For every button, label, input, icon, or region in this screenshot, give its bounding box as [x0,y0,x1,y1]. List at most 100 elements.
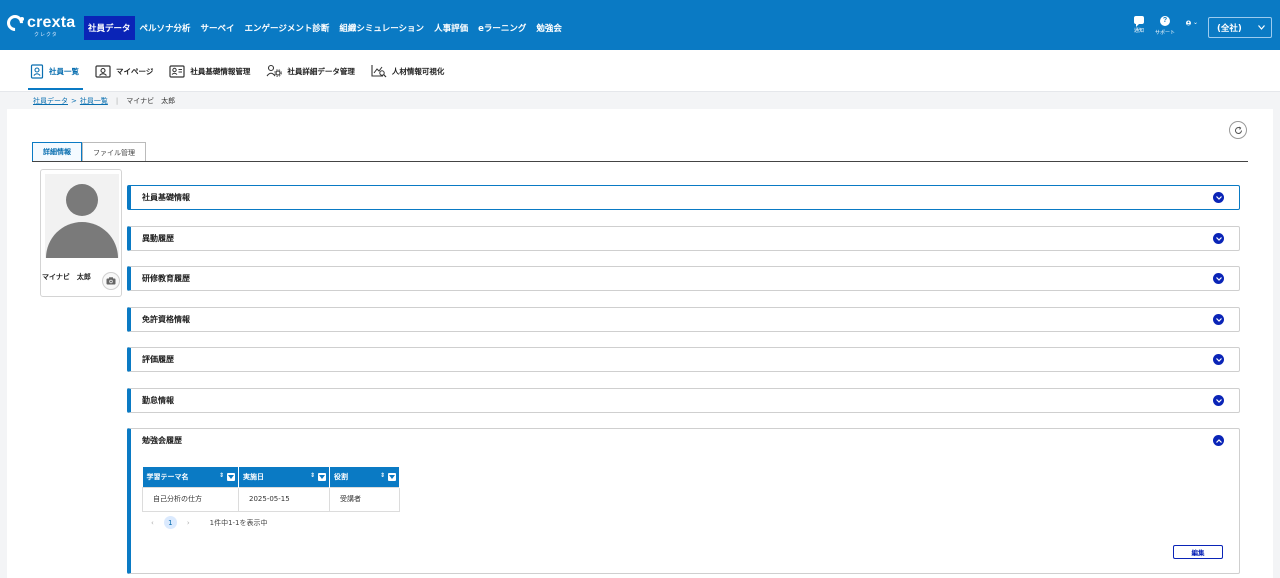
sort-icon[interactable]: ⇕ [219,472,224,479]
header-tools: 通知 ? サポート ⌄ (全社) [1124,16,1272,38]
logo-subtext: クレクタ [34,32,58,38]
filter-icon[interactable] [227,473,235,481]
sort-icon[interactable]: ⇕ [380,472,385,479]
nav-elearning[interactable]: eラーニング [473,16,531,40]
chevron-down-icon [1258,25,1265,30]
chevron-down-icon: ⌄ [1192,18,1198,26]
refresh-icon [1234,126,1242,134]
profile-card: マイナビ 太郎 [40,169,122,297]
subnav-basic-info[interactable]: 社員基礎情報管理 [169,50,250,92]
pagination-info: 1件中1-1を表示中 [209,518,268,527]
section-training-history[interactable]: 研修教育履歴 [127,266,1240,291]
table-row[interactable]: 自己分析の仕方 2025-05-15 受講者 [142,486,400,512]
tab-detail-info[interactable]: 詳細情報 [32,142,82,162]
breadcrumb-current: マイナビ 太郎 [126,97,176,105]
column-header-role[interactable]: 役割 ⇕ [329,467,400,487]
pagination: ‹ 1 › 1件中1-1を表示中 [151,516,268,529]
profile-card-icon [95,64,111,78]
section-attendance-info[interactable]: 勤怠情報 [127,388,1240,413]
support-button[interactable]: ? サポート [1154,16,1176,36]
table-header-row: 学習テーマ名 ⇕ 実施日 ⇕ 役割 ⇕ [142,467,400,487]
avatar [45,174,119,258]
refresh-button[interactable] [1229,121,1247,139]
address-card-icon [169,64,185,78]
chevron-down-icon [1213,233,1224,244]
top-navigation-bar: crexta クレクタ 社員データ ペルソナ分析 サーベイ エンゲージメント診断… [0,0,1280,50]
subnav-mypage[interactable]: マイページ [95,50,153,92]
section-title: 免許資格情報 [142,315,190,324]
breadcrumb-employee-list-link[interactable]: 社員一覧 [80,96,108,106]
tab-file-management[interactable]: ファイル管理 [82,142,146,162]
breadcrumb: 社員データ > 社員一覧 | マイナビ 太郎 [33,96,175,106]
nav-persona-analysis[interactable]: ペルソナ分析 [135,16,196,40]
crexta-logo[interactable]: crexta [3,11,76,35]
section-title: 社員基礎情報 [142,193,190,202]
section-study-group-history: 勉強会履歴 学習テーマ名 ⇕ 実施日 ⇕ 役割 ⇕ 自己分析の仕方 2025-0… [127,428,1240,574]
user-gear-icon [266,64,283,77]
id-card-icon [30,63,44,79]
detail-tabs: 詳細情報 ファイル管理 [32,142,146,162]
avatar-head-shape [66,184,98,216]
logo-dot-icon [20,17,24,21]
section-title: 評価履歴 [142,355,174,364]
column-header-date[interactable]: 実施日 ⇕ [238,467,330,487]
breadcrumb-employee-data-link[interactable]: 社員データ [33,96,68,106]
nav-survey[interactable]: サーベイ [196,16,240,40]
user-menu-button[interactable]: ⌄ [1186,17,1198,29]
notice-label: 通知 [1133,28,1144,34]
support-label: サポート [1154,30,1175,36]
section-header[interactable]: 勉強会履歴 [131,429,1239,454]
chevron-down-icon [1213,395,1224,406]
nav-employee-data[interactable]: 社員データ [84,16,135,40]
table-cell-role: 受講者 [329,486,400,512]
help-icon: ? [1160,16,1170,26]
column-header-label: 学習テーマ名 [146,472,189,481]
subnav-employee-list-label: 社員一覧 [49,66,79,76]
subnav-employee-list[interactable]: 社員一覧 [28,50,83,92]
subnav-basic-info-label: 社員基礎情報管理 [190,66,251,76]
table-cell-date: 2025-05-15 [238,486,330,512]
chevron-down-icon [1213,314,1224,325]
subnav-mypage-label: マイページ [116,66,154,76]
notice-button[interactable]: 通知 [1128,16,1150,34]
tab-divider [32,161,1248,162]
sub-navigation: 社員一覧 マイページ 社員基礎情報管理 社員詳細データ管理 人材情報可視化 [0,50,1280,92]
subnav-detail-data[interactable]: 社員詳細データ管理 [266,50,355,92]
study-group-table: 学習テーマ名 ⇕ 実施日 ⇕ 役割 ⇕ 自己分析の仕方 2025-05-15 受… [142,467,400,512]
user-icon [1186,20,1191,26]
nav-hr-evaluation[interactable]: 人事評価 [429,16,473,40]
nav-study-group[interactable]: 勉強会 [531,16,567,40]
chevron-down-icon [1213,273,1224,284]
company-select-value: (全社) [1217,23,1242,34]
column-header-theme[interactable]: 学習テーマ名 ⇕ [142,467,239,487]
page-number-1[interactable]: 1 [163,516,177,529]
chat-bubble-icon [1134,16,1144,27]
avatar-body-shape [46,222,118,258]
employee-detail-panel: 詳細情報 ファイル管理 マイナビ 太郎 社員基礎情報 異動履歴 研修教育履歴 免… [7,109,1273,578]
subnav-visualization-label: 人材情報可視化 [391,66,445,76]
subnav-detail-data-label: 社員詳細データ管理 [287,66,355,76]
section-evaluation-history[interactable]: 評価履歴 [127,347,1240,372]
section-title: 研修教育履歴 [142,274,190,283]
section-title: 異動履歴 [142,234,174,243]
breadcrumb-separator: | [115,97,119,105]
logo-text: crexta [27,14,76,31]
nav-engagement[interactable]: エンゲージメント診断 [240,16,335,40]
filter-icon[interactable] [388,473,396,481]
change-photo-button[interactable] [102,272,120,290]
subnav-visualization[interactable]: 人材情報可視化 [371,50,445,92]
logo-ring-icon [3,11,27,35]
section-license-info[interactable]: 免許資格情報 [127,307,1240,332]
section-title: 勤怠情報 [142,396,174,405]
nav-org-simulation[interactable]: 組織シミュレーション [334,16,429,40]
filter-icon[interactable] [318,473,326,481]
section-basic-info[interactable]: 社員基礎情報 [127,185,1240,210]
chevron-down-icon [1213,354,1224,365]
next-page-button[interactable]: › [187,519,190,527]
edit-button[interactable]: 編集 [1173,545,1223,559]
section-transfer-history[interactable]: 異動履歴 [127,226,1240,251]
company-select[interactable]: (全社) [1208,17,1272,38]
breadcrumb-arrow: > [71,97,77,105]
sort-icon[interactable]: ⇕ [310,472,315,479]
prev-page-button[interactable]: ‹ [151,519,154,527]
